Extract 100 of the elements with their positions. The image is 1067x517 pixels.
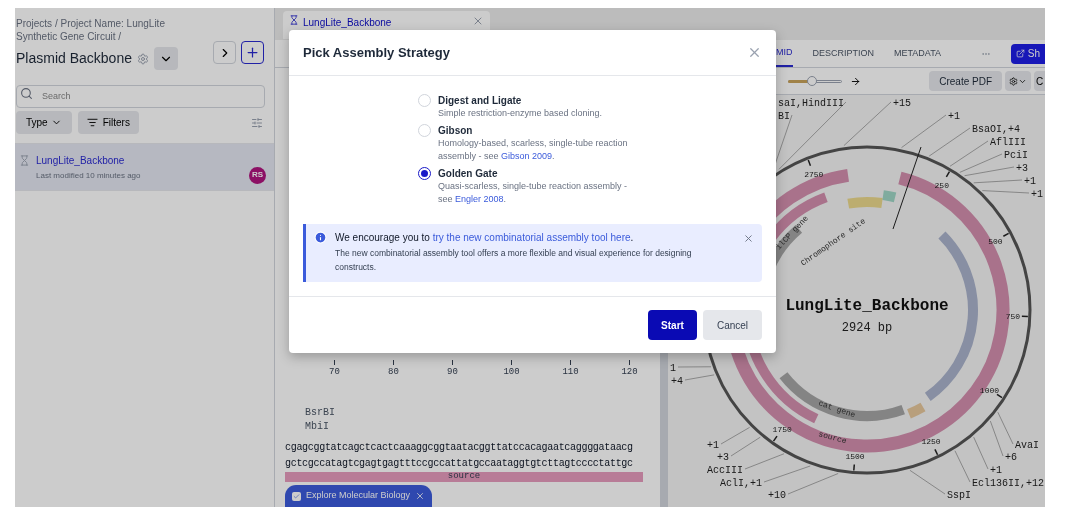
hourglass-icon: [289, 15, 299, 25]
search-field[interactable]: Search: [16, 84, 265, 108]
cut-site-label: 1: [670, 363, 676, 374]
dialog-title: Pick Assembly Strategy: [303, 43, 450, 62]
filters-button[interactable]: Filters: [77, 111, 139, 134]
close-icon[interactable]: [743, 233, 754, 244]
enzyme-label: MbiI: [305, 419, 329, 434]
cut-site-label: +1: [707, 440, 719, 451]
ruler-number: 100: [503, 366, 520, 379]
share-button[interactable]: Sh: [1010, 43, 1045, 64]
cut-site-label: +10: [768, 490, 786, 501]
sequence-strand: gctcgccatagtcgagtgagtttccgccattatgccaataggtgtcttagtcccctattgc: [285, 456, 633, 471]
cut-site-label: AclI,+1: [720, 478, 762, 489]
cut-site-label: AvaI: [1015, 440, 1039, 451]
leader-line: [997, 411, 1014, 445]
feature-bar: source: [285, 471, 643, 482]
breadcrumb[interactable]: Projects / Project Name: LungLite Synthetic Gene Circuit /: [16, 17, 196, 43]
add-button[interactable]: [241, 41, 264, 64]
check-icon: [293, 492, 300, 500]
zoom-slider[interactable]: [788, 76, 842, 86]
tool-link[interactable]: try the new combinatorial assembly tool here: [432, 232, 631, 243]
position-label: 750: [1005, 311, 1021, 321]
start-button[interactable]: Start: [648, 310, 697, 340]
position-label: 1500: [845, 451, 865, 461]
sliders-icon[interactable]: [251, 116, 263, 129]
settings-icon[interactable]: [136, 52, 149, 65]
leader-line: [901, 114, 947, 148]
hourglass-icon: [19, 155, 30, 166]
cut-site-label: BI: [778, 111, 790, 122]
slider-thumb[interactable]: [807, 76, 818, 86]
toolbar-button[interactable]: C: [1034, 71, 1045, 91]
sequence-strand: cgagcggtatcagctcactcaaaggcggtaatacggttatccacagaatcaggggataacg: [285, 440, 633, 455]
view-tab[interactable]: DESCRIPTION: [812, 40, 874, 67]
avatar: RS: [249, 166, 266, 184]
expand-button[interactable]: [213, 41, 236, 64]
position-label: 250: [934, 180, 949, 190]
info-icon: [314, 231, 327, 244]
position-label: 1750: [772, 424, 792, 434]
file-name[interactable]: LungLite_Backbone: [36, 152, 141, 168]
ruler-number: 110: [562, 366, 579, 379]
type-filter[interactable]: Type: [16, 111, 72, 134]
cut-site-label: SspI: [947, 490, 971, 501]
cut-site-label: +1: [948, 111, 960, 122]
close-icon[interactable]: [747, 45, 762, 60]
cancel-button[interactable]: Cancel: [703, 310, 762, 340]
plus-icon: [245, 45, 260, 60]
create-pdf-button[interactable]: Create PDF: [929, 71, 1002, 91]
close-icon[interactable]: [472, 15, 484, 27]
option-description: Simple restriction-enzyme based cloning.: [438, 107, 604, 120]
cut-site-label: +1: [1031, 189, 1043, 200]
cut-site-label: +1: [1024, 176, 1036, 187]
position-label: 1250: [921, 437, 941, 447]
enzyme-label: BsrBI: [305, 405, 335, 420]
settings-icon: [1009, 76, 1018, 86]
cut-site-label: +1: [990, 465, 1002, 476]
plasmid-name: LungLite_Backbone: [785, 297, 949, 315]
dropdown-button[interactable]: [153, 47, 178, 70]
tab-title: LungLite_Backbone: [303, 16, 392, 30]
cut-site-label: AccIII: [707, 465, 743, 476]
notice-title: We encourage you to try the new combinatorial assembly tool here.: [335, 231, 635, 244]
position-label: 2750: [804, 170, 824, 180]
leader-line: [973, 436, 989, 470]
cut-site-label: Ecl136II,+12: [972, 478, 1044, 489]
view-tab[interactable]: METADATA: [894, 40, 941, 67]
tour-chip[interactable]: Explore Molecular Biology: [285, 485, 433, 507]
position-label: 1000: [979, 385, 1000, 395]
search-icon: [20, 87, 33, 100]
file-item[interactable]: LungLite_Backbone Last modified 10 minutes ago RS: [15, 144, 274, 191]
arrow-right-icon[interactable]: [850, 75, 861, 87]
settings-dropdown[interactable]: [1005, 71, 1031, 91]
cut-site-label: +4: [671, 376, 683, 387]
chip-label: Explore Molecular Biology: [306, 489, 411, 503]
checkbox[interactable]: [292, 491, 301, 501]
leader-line: [973, 179, 1023, 184]
cut-site-label: PciI: [1004, 150, 1028, 161]
plasmid-length: 2924 bp: [841, 321, 893, 335]
reference-link[interactable]: Engler 2008: [455, 194, 504, 204]
notice-text: The new combinatorial assembly tool offers a more flexible and visual experience for designing constructs.: [335, 247, 693, 274]
feature-label: source: [817, 429, 848, 446]
close-icon[interactable]: [415, 491, 426, 501]
cut-site-label: saI,HindIII: [778, 98, 844, 109]
leader-line: [720, 427, 750, 445]
modified-time: Last modified 10 minutes ago: [36, 169, 141, 182]
leader-line: [684, 374, 715, 381]
leader-line: [730, 436, 761, 457]
leader-line: [744, 453, 785, 470]
ruler-number: 70: [329, 366, 340, 379]
option-label[interactable]: Gibson: [438, 124, 628, 137]
ruler-number: 90: [447, 366, 458, 379]
ruler-number: 120: [621, 366, 638, 379]
feature-label: cat gene: [817, 398, 857, 420]
cut-site-label: +3: [1016, 163, 1028, 174]
option-description: Homology-based, scarless, single-tube reaction assembly - see Gibson 2009.: [438, 137, 628, 163]
option-label[interactable]: Digest and Ligate: [438, 94, 628, 107]
leader-line: [787, 473, 839, 495]
leader-line: [981, 190, 1030, 194]
option-label[interactable]: Golden Gate: [438, 167, 628, 180]
cut-site-label: +15: [893, 98, 911, 109]
option-description: Quasi-scarless, single-tube reaction assembly - see Engler 2008.: [438, 180, 628, 206]
leader-line: [909, 470, 946, 495]
